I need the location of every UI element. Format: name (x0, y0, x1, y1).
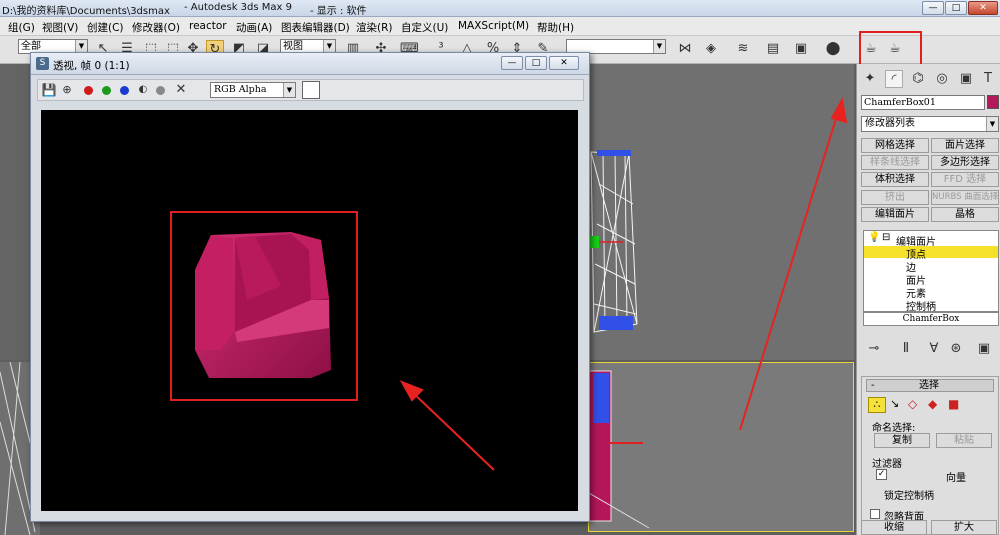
arrow-to-render (409, 389, 495, 471)
arrow-to-toolbar (739, 111, 839, 431)
arrow-head-toolbar (830, 97, 848, 124)
annotation-arrows (399, 97, 848, 471)
